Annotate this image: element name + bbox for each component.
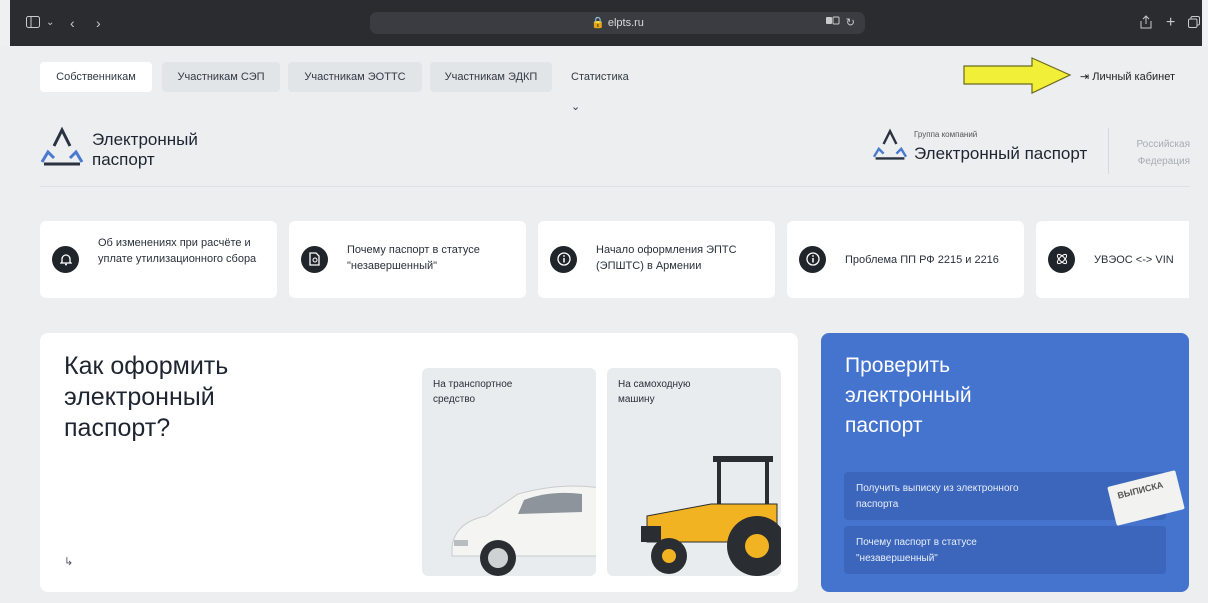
nav-edkp-participants[interactable]: Участникам ЭДКП (430, 62, 552, 92)
browser-toolbar: ⌄ ‹ › 🔒 elpts.ru ↻ + (0, 0, 1208, 46)
notice-card-uveos-vin[interactable]: УВЭОС <-> VIN (1036, 221, 1189, 298)
translate-icon[interactable]: ↻ (825, 16, 855, 29)
tabs-overview-icon[interactable] (1188, 15, 1200, 31)
group-caption: Группа компаний (914, 130, 978, 139)
region-line2: Федерация (1137, 156, 1190, 167)
share-icon[interactable] (1140, 15, 1152, 32)
check-title: Проверить электронный паспорт (845, 354, 972, 437)
self-propelled-option-label: На самоходную машину (618, 379, 691, 405)
bell-icon (52, 246, 79, 273)
notice-card-incomplete-status[interactable]: Почему паспорт в статусе "незавершенный" (289, 221, 526, 298)
nav-owners[interactable]: Собственникам (40, 62, 152, 92)
group-name: Электронный паспорт (914, 144, 1088, 163)
url-text: elpts.ru (607, 17, 644, 29)
get-extract-label: Получить выписку из электронного паспорт… (856, 483, 1019, 510)
document-search-icon (301, 246, 328, 273)
nav-sep-participants[interactable]: Участникам СЭП (162, 62, 280, 92)
notice-text: УВЭОС <-> VIN (1094, 254, 1174, 266)
notice-text: Начало оформления ЭПТС (ЭПШТС) в Армении (596, 244, 737, 272)
vehicle-option-card[interactable]: На транспортное средство (422, 368, 596, 576)
highlight-arrow-icon (963, 57, 1072, 94)
ticket-label: ВЫПИСКА (1116, 479, 1165, 501)
how-to-issue-card: Как оформить электронный паспорт? ↳ На т… (40, 333, 798, 592)
lock-icon: 🔒 (591, 17, 605, 29)
nav-statistics[interactable]: Статистика ⌄ (571, 62, 629, 113)
logo-name-line1: Электронный (92, 130, 198, 149)
divider (1108, 128, 1109, 174)
chevron-down-icon[interactable]: ⌄ (46, 15, 54, 31)
tractor-image (641, 456, 781, 576)
check-passport-card: Проверить электронный паспорт Получить в… (821, 333, 1189, 592)
logo-name: Электронный паспорт (92, 130, 252, 170)
notice-text: Проблема ПП РФ 2215 и 2216 (845, 254, 999, 266)
vehicle-option-label: На транспортное средство (433, 379, 513, 405)
forward-icon[interactable]: › (96, 15, 101, 31)
info-icon (550, 246, 577, 273)
personal-account-link[interactable]: ⇥ Личный кабинет (1080, 70, 1175, 83)
info-icon (799, 246, 826, 273)
sidebar-toggle-icon[interactable] (26, 15, 40, 31)
atom-icon (1048, 246, 1075, 273)
self-propelled-option-card[interactable]: На самоходную машину (607, 368, 781, 576)
group-logo-icon (872, 128, 908, 160)
car-image (451, 485, 596, 576)
notice-card-pp-rf[interactable]: Проблема ПП РФ 2215 и 2216 (787, 221, 1024, 298)
address-bar[interactable]: 🔒 elpts.ru ↻ (370, 12, 865, 34)
window-frame (1202, 0, 1208, 46)
reload-icon[interactable]: ↻ (846, 17, 855, 29)
divider (40, 186, 1190, 187)
incomplete-status-button[interactable]: Почему паспорт в статусе "незавершенный" (844, 526, 1166, 574)
new-tab-icon[interactable]: + (1166, 15, 1175, 31)
window-frame (0, 0, 10, 46)
notice-card-utilization-fee[interactable]: Об изменениях при расчёте и уплате утили… (40, 221, 277, 298)
logo-name-line2: паспорт (92, 150, 155, 169)
enter-icon: ↳ (64, 556, 74, 568)
how-title: Как оформить электронный паспорт? (64, 352, 229, 442)
region-line1: Российская (1136, 139, 1190, 150)
back-icon[interactable]: ‹ (70, 15, 75, 31)
nav-eotts-participants[interactable]: Участникам ЭОТТС (288, 62, 422, 92)
notice-card-armenia[interactable]: Начало оформления ЭПТС (ЭПШТС) в Армении (538, 221, 775, 298)
url-row: 🔒 elpts.ru (370, 16, 865, 29)
incomplete-status-label: Почему паспорт в статусе "незавершенный" (856, 537, 977, 564)
notice-text: Об изменениях при расчёте и уплате утили… (98, 237, 257, 265)
notice-text: Почему паспорт в статусе "незавершенный" (347, 244, 480, 272)
logo-icon (40, 126, 84, 166)
region-label: Российская Федерация (1116, 136, 1190, 170)
